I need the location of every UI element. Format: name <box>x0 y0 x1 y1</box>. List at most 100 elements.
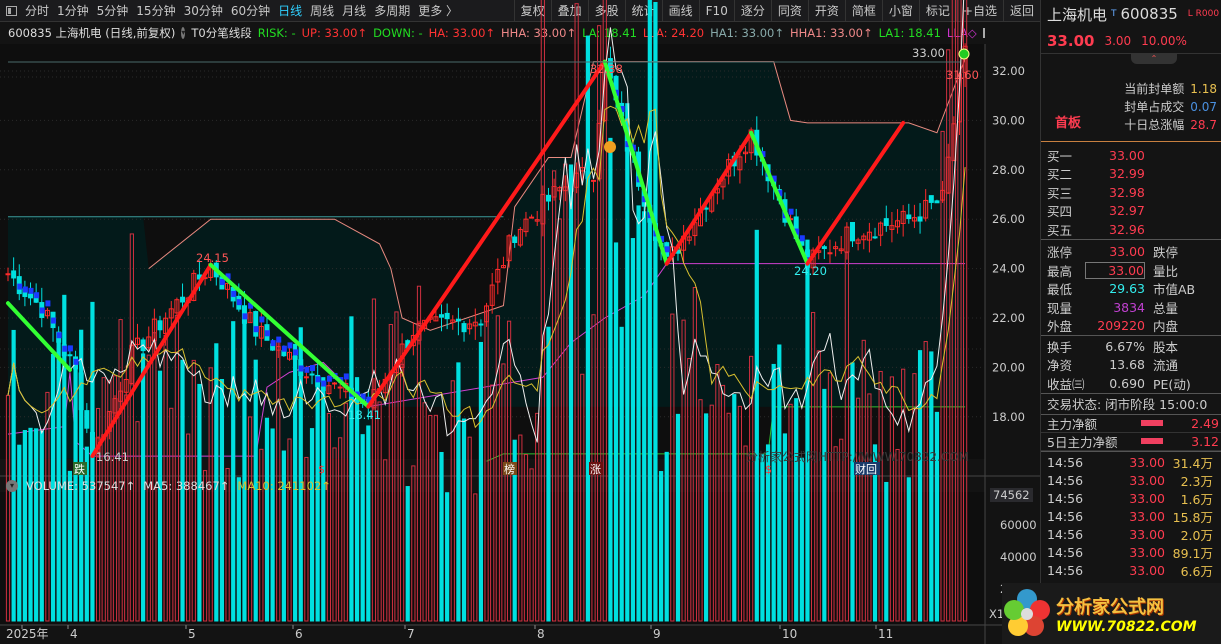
month-label: 5 <box>188 627 196 641</box>
candle-body <box>157 320 163 331</box>
quote-row: 涨停 33.00 跌停 <box>1041 243 1221 262</box>
candle-body <box>917 216 923 222</box>
quote-label: 最低 <box>1047 282 1073 298</box>
quote-label: 流通 <box>1153 358 1179 374</box>
bid-label: 买三 <box>1047 185 1073 201</box>
volume-bar <box>11 329 16 622</box>
volume-tick: 60000 <box>1000 518 1037 532</box>
bid-price: 32.98 <box>1109 184 1145 200</box>
quote-value: 3834 <box>1113 299 1145 315</box>
volume-bar <box>760 453 765 622</box>
volume-axis-top: 74562 <box>990 488 1033 502</box>
ma10-value: MA10: 241102↑ <box>237 479 331 493</box>
volume-bar <box>67 470 73 622</box>
quote-label: 量比 <box>1153 263 1179 279</box>
bid-row: 买二 32.99 <box>1041 165 1221 184</box>
price-tick: 26.00 <box>992 212 1025 226</box>
event-marker-label[interactable]: 涨 <box>590 463 601 476</box>
blue-trail-mark <box>45 300 51 307</box>
flow-label: 主力净额 <box>1047 416 1098 432</box>
volume-bar <box>445 492 450 622</box>
quote-row: 净资 13.68 流通 <box>1041 356 1221 375</box>
volume-bar <box>219 378 225 622</box>
blue-trail-mark <box>664 246 670 253</box>
event-marker-label[interactable]: 榜 <box>504 462 515 476</box>
volume-info: ▾ VOLUME: 537547↑ MA5: 388467↑ MA10: 241… <box>6 479 331 493</box>
candle-body <box>478 323 484 326</box>
tick-volume: 2.3万 <box>1180 474 1213 489</box>
volume-bar <box>62 294 67 622</box>
tick-price: 33.00 <box>1129 491 1165 506</box>
blue-trail-mark <box>788 208 794 215</box>
bid-row: 买五 32.96 <box>1041 220 1221 239</box>
tick-time: 14:56 <box>1047 455 1084 470</box>
volume-bar <box>439 451 444 622</box>
volume-bar <box>157 370 163 622</box>
month-label: 10 <box>782 627 797 641</box>
stat-label: 十日总涨幅 <box>1124 118 1185 132</box>
candle-body <box>84 410 90 429</box>
volume-bar <box>568 164 574 622</box>
candle-body <box>455 318 461 322</box>
stock-flags: L R000 <box>1187 9 1220 19</box>
price-chart[interactable]: 32.00 30.00 28.00 26.00 24.00 22.00 20.00 18.00… <box>0 0 1040 644</box>
blue-trail-mark <box>276 336 282 343</box>
volume-bar <box>456 362 461 622</box>
volume-bar <box>664 451 669 622</box>
volume-value: VOLUME: 537547↑ <box>26 479 136 493</box>
quote-label: 外盘 <box>1047 319 1073 335</box>
volume-bar <box>850 362 855 622</box>
volume-bar <box>647 0 652 622</box>
quote-label: 现量 <box>1047 300 1073 316</box>
blue-trail-mark <box>315 376 321 383</box>
tick-volume: 2.0万 <box>1180 528 1213 543</box>
candle-body <box>850 221 855 242</box>
volume-bar <box>34 428 39 622</box>
bid-row: 买一 33.00 <box>1041 146 1221 165</box>
month-label: 9 <box>653 627 661 641</box>
volume-bar <box>799 457 804 622</box>
volume-bar <box>478 341 484 622</box>
volume-bar <box>231 321 236 622</box>
price-tick: 22.00 <box>992 311 1025 325</box>
quote-label: 最高 <box>1047 263 1073 279</box>
limit-up-icon <box>958 48 970 60</box>
tick-volume: 6.6万 <box>1180 564 1213 579</box>
quote-label: 内盘 <box>1153 319 1179 335</box>
event-marker-label[interactable]: 跌 <box>74 462 85 476</box>
price-annotation: 24.20 <box>794 264 827 278</box>
stat-label: 当前封单额 <box>1124 82 1185 96</box>
stat-row: 十日总涨幅 28.7 <box>1124 116 1217 134</box>
price-tick: 30.00 <box>992 113 1025 127</box>
quote-row: 收益㈢ 0.690 PE(动) <box>1041 374 1221 393</box>
event-marker-label[interactable]: $ <box>765 463 772 476</box>
volume-bar <box>619 326 624 622</box>
blue-trail-mark <box>310 365 316 372</box>
volume-bar <box>405 486 410 622</box>
bid-price: 32.96 <box>1109 221 1145 237</box>
collapse-icon[interactable]: ⌃ <box>1131 54 1177 64</box>
logo-text: 分析家公式网 <box>1056 596 1164 618</box>
volume-dropdown-icon[interactable]: ▾ <box>6 480 18 492</box>
quote-panel: 上海机电 T 600835 L R000 33.00 3.00 10.00% ⌃ 首板… <box>1040 0 1221 644</box>
blue-trail-mark <box>39 307 45 314</box>
volume-bar <box>349 316 354 622</box>
blue-trail-mark <box>253 326 259 333</box>
price-annotation: 31.60 <box>946 68 979 82</box>
month-label: 2025年 <box>6 627 49 641</box>
volume-bar <box>366 425 371 622</box>
tick-row: 14:56 33.00 2.0万 <box>1041 526 1221 544</box>
flow-value: 3.12 <box>1191 433 1219 449</box>
trading-status: 交易状态: 闭市阶段 15:00:0 <box>1041 392 1221 415</box>
tick-time: 14:56 <box>1047 563 1084 578</box>
event-marker-label[interactable]: $ <box>318 463 325 476</box>
price-tick: 18.00 <box>992 410 1025 424</box>
quote-value: 209220 <box>1097 318 1145 334</box>
quote-value: 6.67% <box>1105 338 1145 354</box>
blue-trail-mark <box>56 332 62 339</box>
flow-row: 主力净额 2.49 <box>1041 415 1221 433</box>
blue-trail-mark <box>231 290 237 297</box>
event-marker-label[interactable]: 财回 <box>855 462 877 476</box>
price-change: 3.00 <box>1104 33 1132 48</box>
quote-label: PE(动) <box>1153 376 1191 392</box>
